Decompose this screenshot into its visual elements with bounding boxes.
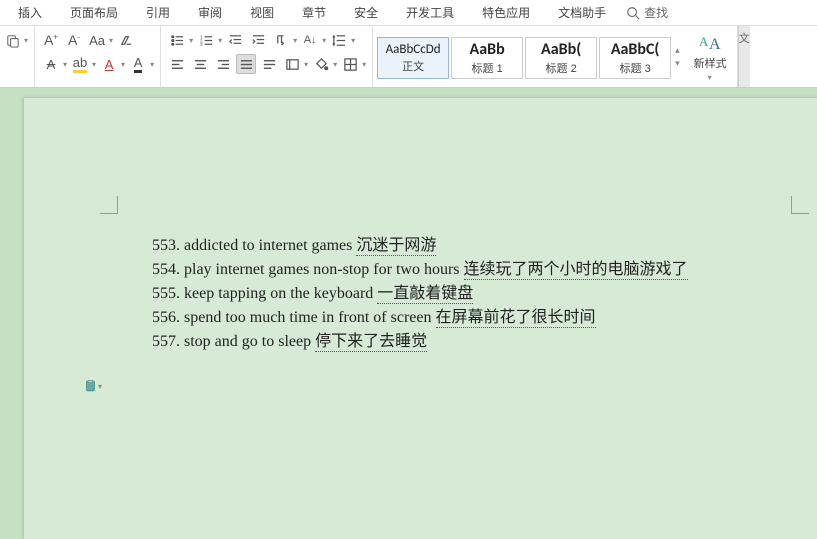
list-item[interactable]: 555. keep tapping on the keyboard 一直敲着键盘 [152, 282, 779, 306]
svg-text:3: 3 [200, 42, 203, 47]
bullets-button[interactable] [167, 30, 187, 50]
menu-page-layout[interactable]: 页面布局 [56, 4, 132, 21]
numbering-button[interactable]: 123 [196, 30, 216, 50]
side-panel-label: 文 [739, 30, 750, 46]
font-group: A+ A- Aa▾ A▾ ab▾ A▾ A▾ [35, 26, 161, 87]
chevron-down-icon: ▾ [708, 73, 712, 82]
side-panel-tab[interactable]: 文 [738, 26, 750, 87]
align-center-button[interactable] [190, 54, 210, 74]
paste-button[interactable] [2, 30, 22, 50]
clipboard-group: ▾ [0, 26, 35, 87]
search-icon [626, 6, 640, 20]
distribute-button[interactable] [259, 54, 279, 74]
menu-dochelper[interactable]: 文档助手 [544, 4, 620, 21]
align-right-button[interactable] [213, 54, 233, 74]
chevron-down-icon[interactable]: ▾ [189, 36, 193, 45]
chevron-up-icon[interactable]: ▴ [675, 45, 680, 56]
list-item[interactable]: 556. spend too much time in front of scr… [152, 306, 779, 330]
style-preview: AaBbC( [611, 40, 660, 59]
chevron-down-icon[interactable]: ▾ [351, 36, 355, 45]
chevron-down-icon[interactable]: ▾ [362, 60, 366, 69]
style-heading1[interactable]: AaBb 标题 1 [451, 37, 523, 79]
chevron-down-icon[interactable]: ▾ [322, 36, 326, 45]
menu-review[interactable]: 审阅 [184, 4, 236, 21]
paragraph-group: ▾ 123▾ ▾ A↓▾ ▾ ▾ ▾ ▾ [161, 26, 373, 87]
font-color-button[interactable]: A [128, 54, 148, 74]
style-heading2[interactable]: AaBb( 标题 2 [525, 37, 597, 79]
style-label: 标题 2 [546, 60, 577, 76]
style-normal[interactable]: AaBbCcDd 正文 [377, 37, 449, 79]
clear-format-button[interactable] [116, 30, 136, 50]
highlight-button[interactable]: ab [70, 54, 90, 74]
line-spacing-button[interactable] [329, 30, 349, 50]
new-style-icon: AA [697, 31, 723, 53]
chevron-down-icon[interactable]: ▾ [150, 60, 154, 69]
tab-settings-button[interactable] [282, 54, 302, 74]
increase-indent-button[interactable] [248, 30, 268, 50]
list-item[interactable]: 557. stop and go to sleep 停下来了去睡觉 [152, 330, 779, 354]
styles-scroll[interactable]: ▴▾ [675, 45, 680, 69]
text-direction-button[interactable] [271, 30, 291, 50]
strikethrough-button[interactable]: A [41, 54, 61, 74]
style-label: 正文 [402, 58, 424, 74]
shrink-font-button[interactable]: A- [64, 30, 84, 50]
chevron-down-icon[interactable]: ▾ [675, 58, 680, 69]
align-justify-button[interactable] [236, 54, 256, 74]
chevron-down-icon[interactable]: ▾ [333, 60, 337, 69]
menu-special[interactable]: 特色应用 [468, 4, 544, 21]
chevron-down-icon[interactable]: ▾ [121, 60, 125, 69]
sort-button[interactable]: A↓ [300, 30, 320, 50]
menu-view[interactable]: 视图 [236, 4, 288, 21]
grow-font-button[interactable]: A+ [41, 30, 61, 50]
new-style-label: 新样式 [694, 55, 727, 71]
menu-security[interactable]: 安全 [340, 4, 392, 21]
shading-button[interactable] [311, 54, 331, 74]
style-heading3[interactable]: AaBbC( 标题 3 [599, 37, 671, 79]
document-content[interactable]: 553. addicted to internet games 沉迷于网游 55… [152, 234, 779, 354]
menu-devtools[interactable]: 开发工具 [392, 4, 468, 21]
chevron-down-icon[interactable]: ▾ [63, 60, 67, 69]
list-item[interactable]: 553. addicted to internet games 沉迷于网游 [152, 234, 779, 258]
chevron-down-icon[interactable]: ▾ [92, 60, 96, 69]
style-preview: AaBb [470, 40, 505, 59]
align-left-button[interactable] [167, 54, 187, 74]
margin-corner-tl [100, 196, 118, 214]
styles-gallery: AaBbCcDd 正文 AaBb 标题 1 AaBb( 标题 2 AaBbC( … [373, 26, 684, 87]
decrease-indent-button[interactable] [225, 30, 245, 50]
menu-references[interactable]: 引用 [132, 4, 184, 21]
chevron-down-icon: ▾ [98, 382, 102, 391]
search-label: 查找 [644, 4, 668, 21]
menu-sections[interactable]: 章节 [288, 4, 340, 21]
ribbon-toolbar: ▾ A+ A- Aa▾ A▾ ab▾ A▾ A▾ ▾ 123▾ [0, 26, 817, 88]
chevron-down-icon[interactable]: ▾ [304, 60, 308, 69]
list-item[interactable]: 554. play internet games non-stop for tw… [152, 258, 779, 282]
menu-insert[interactable]: 插入 [4, 4, 56, 21]
svg-text:A: A [699, 34, 709, 49]
chevron-down-icon[interactable]: ▾ [218, 36, 222, 45]
style-label: 标题 3 [620, 60, 651, 76]
paste-options-button[interactable]: ▾ [84, 378, 102, 394]
style-preview: AaBb( [541, 40, 581, 59]
style-label: 标题 1 [472, 60, 503, 76]
search-box[interactable]: 查找 [626, 4, 668, 21]
margin-corner-tr [791, 196, 809, 214]
svg-text:A: A [709, 36, 721, 53]
menu-bar: 插入 页面布局 引用 审阅 视图 章节 安全 开发工具 特色应用 文档助手 查找 [0, 0, 817, 26]
document-workspace: 553. addicted to internet games 沉迷于网游 55… [0, 88, 817, 539]
chevron-down-icon[interactable]: ▾ [293, 36, 297, 45]
chevron-down-icon[interactable]: ▾ [24, 36, 28, 45]
style-preview: AaBbCcDd [386, 42, 441, 57]
document-page[interactable]: 553. addicted to internet games 沉迷于网游 55… [24, 98, 817, 539]
clipboard-icon [84, 379, 97, 393]
borders-button[interactable] [340, 54, 360, 74]
change-case-button[interactable]: Aa [87, 30, 107, 50]
chevron-down-icon[interactable]: ▾ [109, 36, 113, 45]
underline-button[interactable]: A [99, 54, 119, 74]
new-style-button[interactable]: AA 新样式 ▾ [684, 26, 738, 87]
